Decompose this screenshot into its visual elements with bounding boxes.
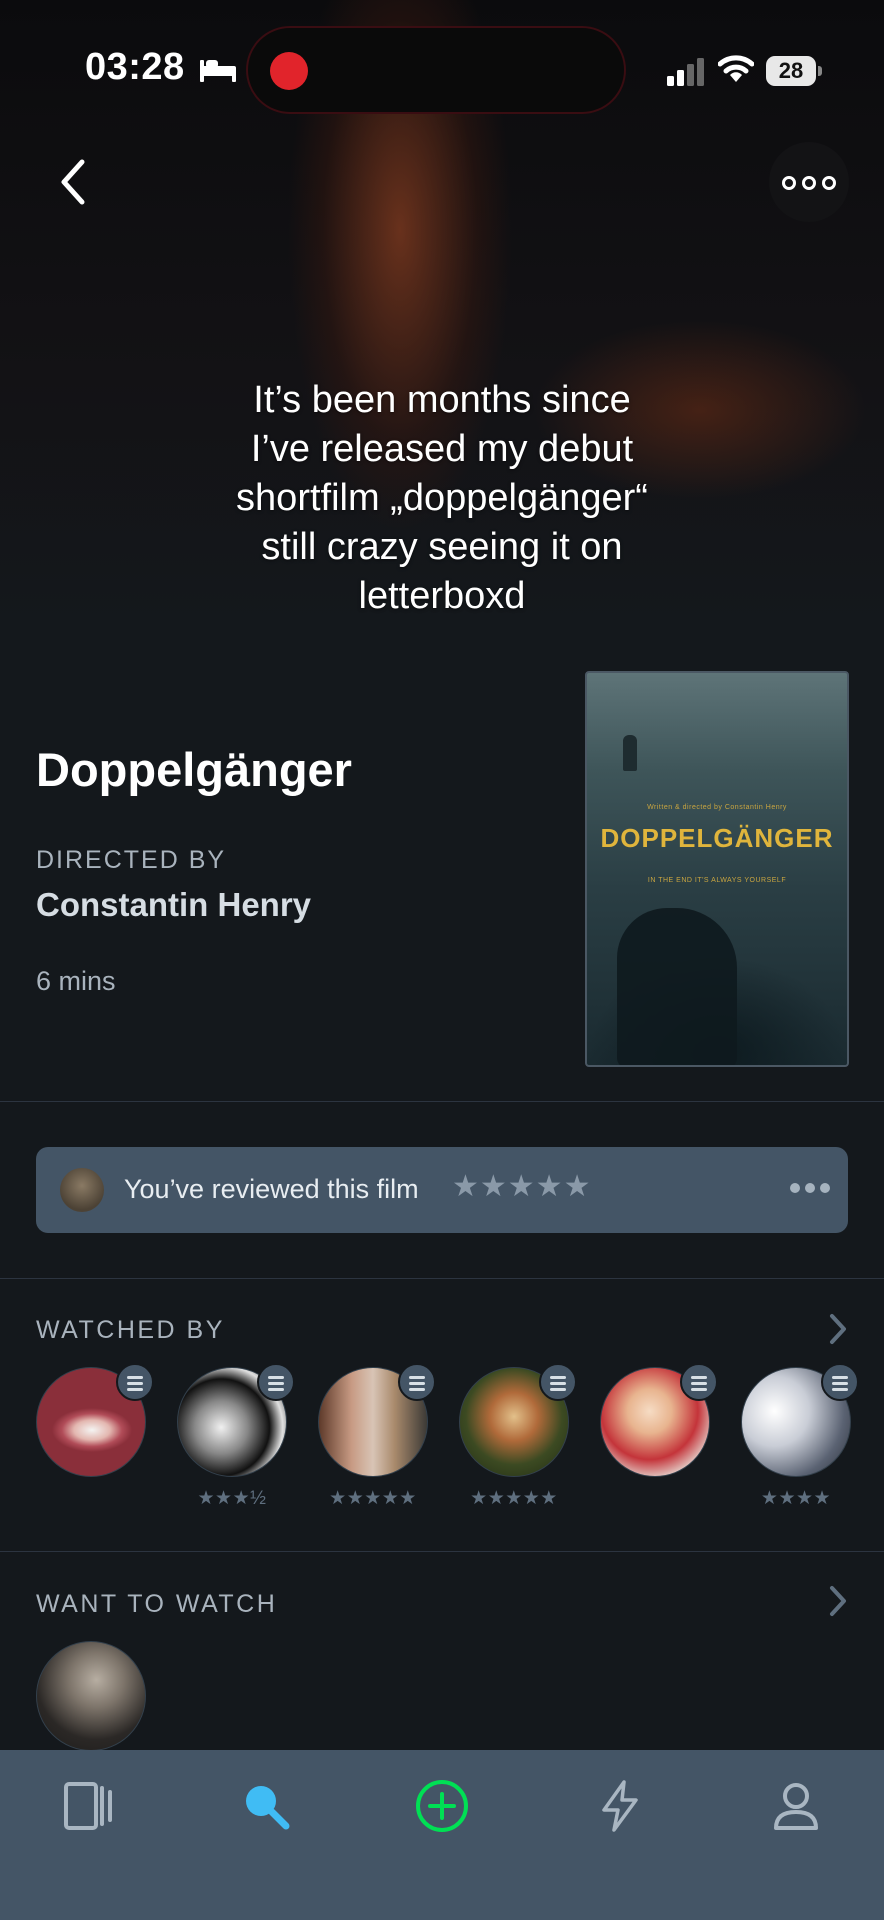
- cellular-signal-icon: [667, 58, 704, 86]
- battery-icon: 28: [766, 56, 822, 86]
- search-icon[interactable]: [236, 1776, 296, 1836]
- tab-bar: [0, 1750, 884, 1920]
- chevron-right-icon[interactable]: [826, 1584, 850, 1618]
- friend-item[interactable]: ★★★★: [741, 1363, 859, 1517]
- poster-silhouette: [617, 908, 737, 1065]
- want-to-watch-label[interactable]: WANT TO WATCH: [36, 1590, 277, 1619]
- review-rating-stars: ★★★★★: [452, 1170, 592, 1203]
- film-poster[interactable]: Written & directed by Constantin Henry D…: [585, 671, 849, 1067]
- wifi-icon: [718, 55, 754, 82]
- back-button[interactable]: [50, 150, 98, 214]
- review-badge-icon: [116, 1363, 154, 1401]
- video-caption: It’s been months since I’ve released my …: [236, 379, 648, 617]
- avatar[interactable]: [36, 1641, 146, 1751]
- add-icon[interactable]: [412, 1776, 472, 1836]
- chevron-right-icon[interactable]: [826, 1312, 850, 1346]
- friend-item[interactable]: ★★★★★: [318, 1363, 436, 1517]
- recording-indicator-icon: [270, 52, 308, 90]
- friend-item[interactable]: [600, 1363, 718, 1517]
- sleep-focus-icon: [200, 60, 236, 82]
- review-status-bar[interactable]: You’ve reviewed this film ★★★★★: [36, 1147, 848, 1233]
- friend-item[interactable]: ★★★½: [177, 1363, 295, 1517]
- runtime: 6 mins: [36, 966, 116, 996]
- dynamic-island: [246, 26, 626, 114]
- review-badge-icon: [821, 1363, 859, 1401]
- films-icon[interactable]: [58, 1776, 118, 1836]
- profile-icon[interactable]: [766, 1776, 826, 1836]
- activity-icon[interactable]: [590, 1776, 650, 1836]
- friend-rating: ★★★★★: [470, 1488, 558, 1509]
- director-name[interactable]: Constantin Henry: [36, 886, 311, 924]
- review-badge-icon: [680, 1363, 718, 1401]
- friend-item[interactable]: [36, 1363, 154, 1517]
- divider: [0, 1278, 884, 1279]
- film-title: Doppelgänger: [36, 743, 352, 796]
- friend-item[interactable]: ★★★★★: [459, 1363, 577, 1517]
- review-status-text: You’ve reviewed this film: [124, 1174, 419, 1204]
- status-time: 03:28: [85, 46, 185, 88]
- directed-by-label: DIRECTED BY: [36, 846, 227, 874]
- more-options-button[interactable]: [769, 142, 849, 222]
- watched-by-label[interactable]: WATCHED BY: [36, 1316, 225, 1345]
- divider: [0, 1101, 884, 1102]
- friend-rating: ★★★★: [760, 1488, 832, 1509]
- avatar: [60, 1168, 104, 1212]
- battery-level: 28: [766, 56, 816, 86]
- friend-rating: ★★★★★: [329, 1488, 417, 1509]
- friend-rating: ★★★½: [197, 1488, 267, 1509]
- review-badge-icon: [539, 1363, 577, 1401]
- review-badge-icon: [398, 1363, 436, 1401]
- poster-credit: Written & directed by Constantin Henry: [647, 804, 787, 811]
- poster-tagline: IN THE END IT'S ALWAYS YOURSELF: [647, 877, 787, 884]
- poster-title: DOPPELGÄNGER: [600, 823, 834, 853]
- review-more-button[interactable]: [790, 1183, 830, 1195]
- poster-figure: [623, 735, 637, 771]
- review-badge-icon: [257, 1363, 295, 1401]
- divider: [0, 1551, 884, 1552]
